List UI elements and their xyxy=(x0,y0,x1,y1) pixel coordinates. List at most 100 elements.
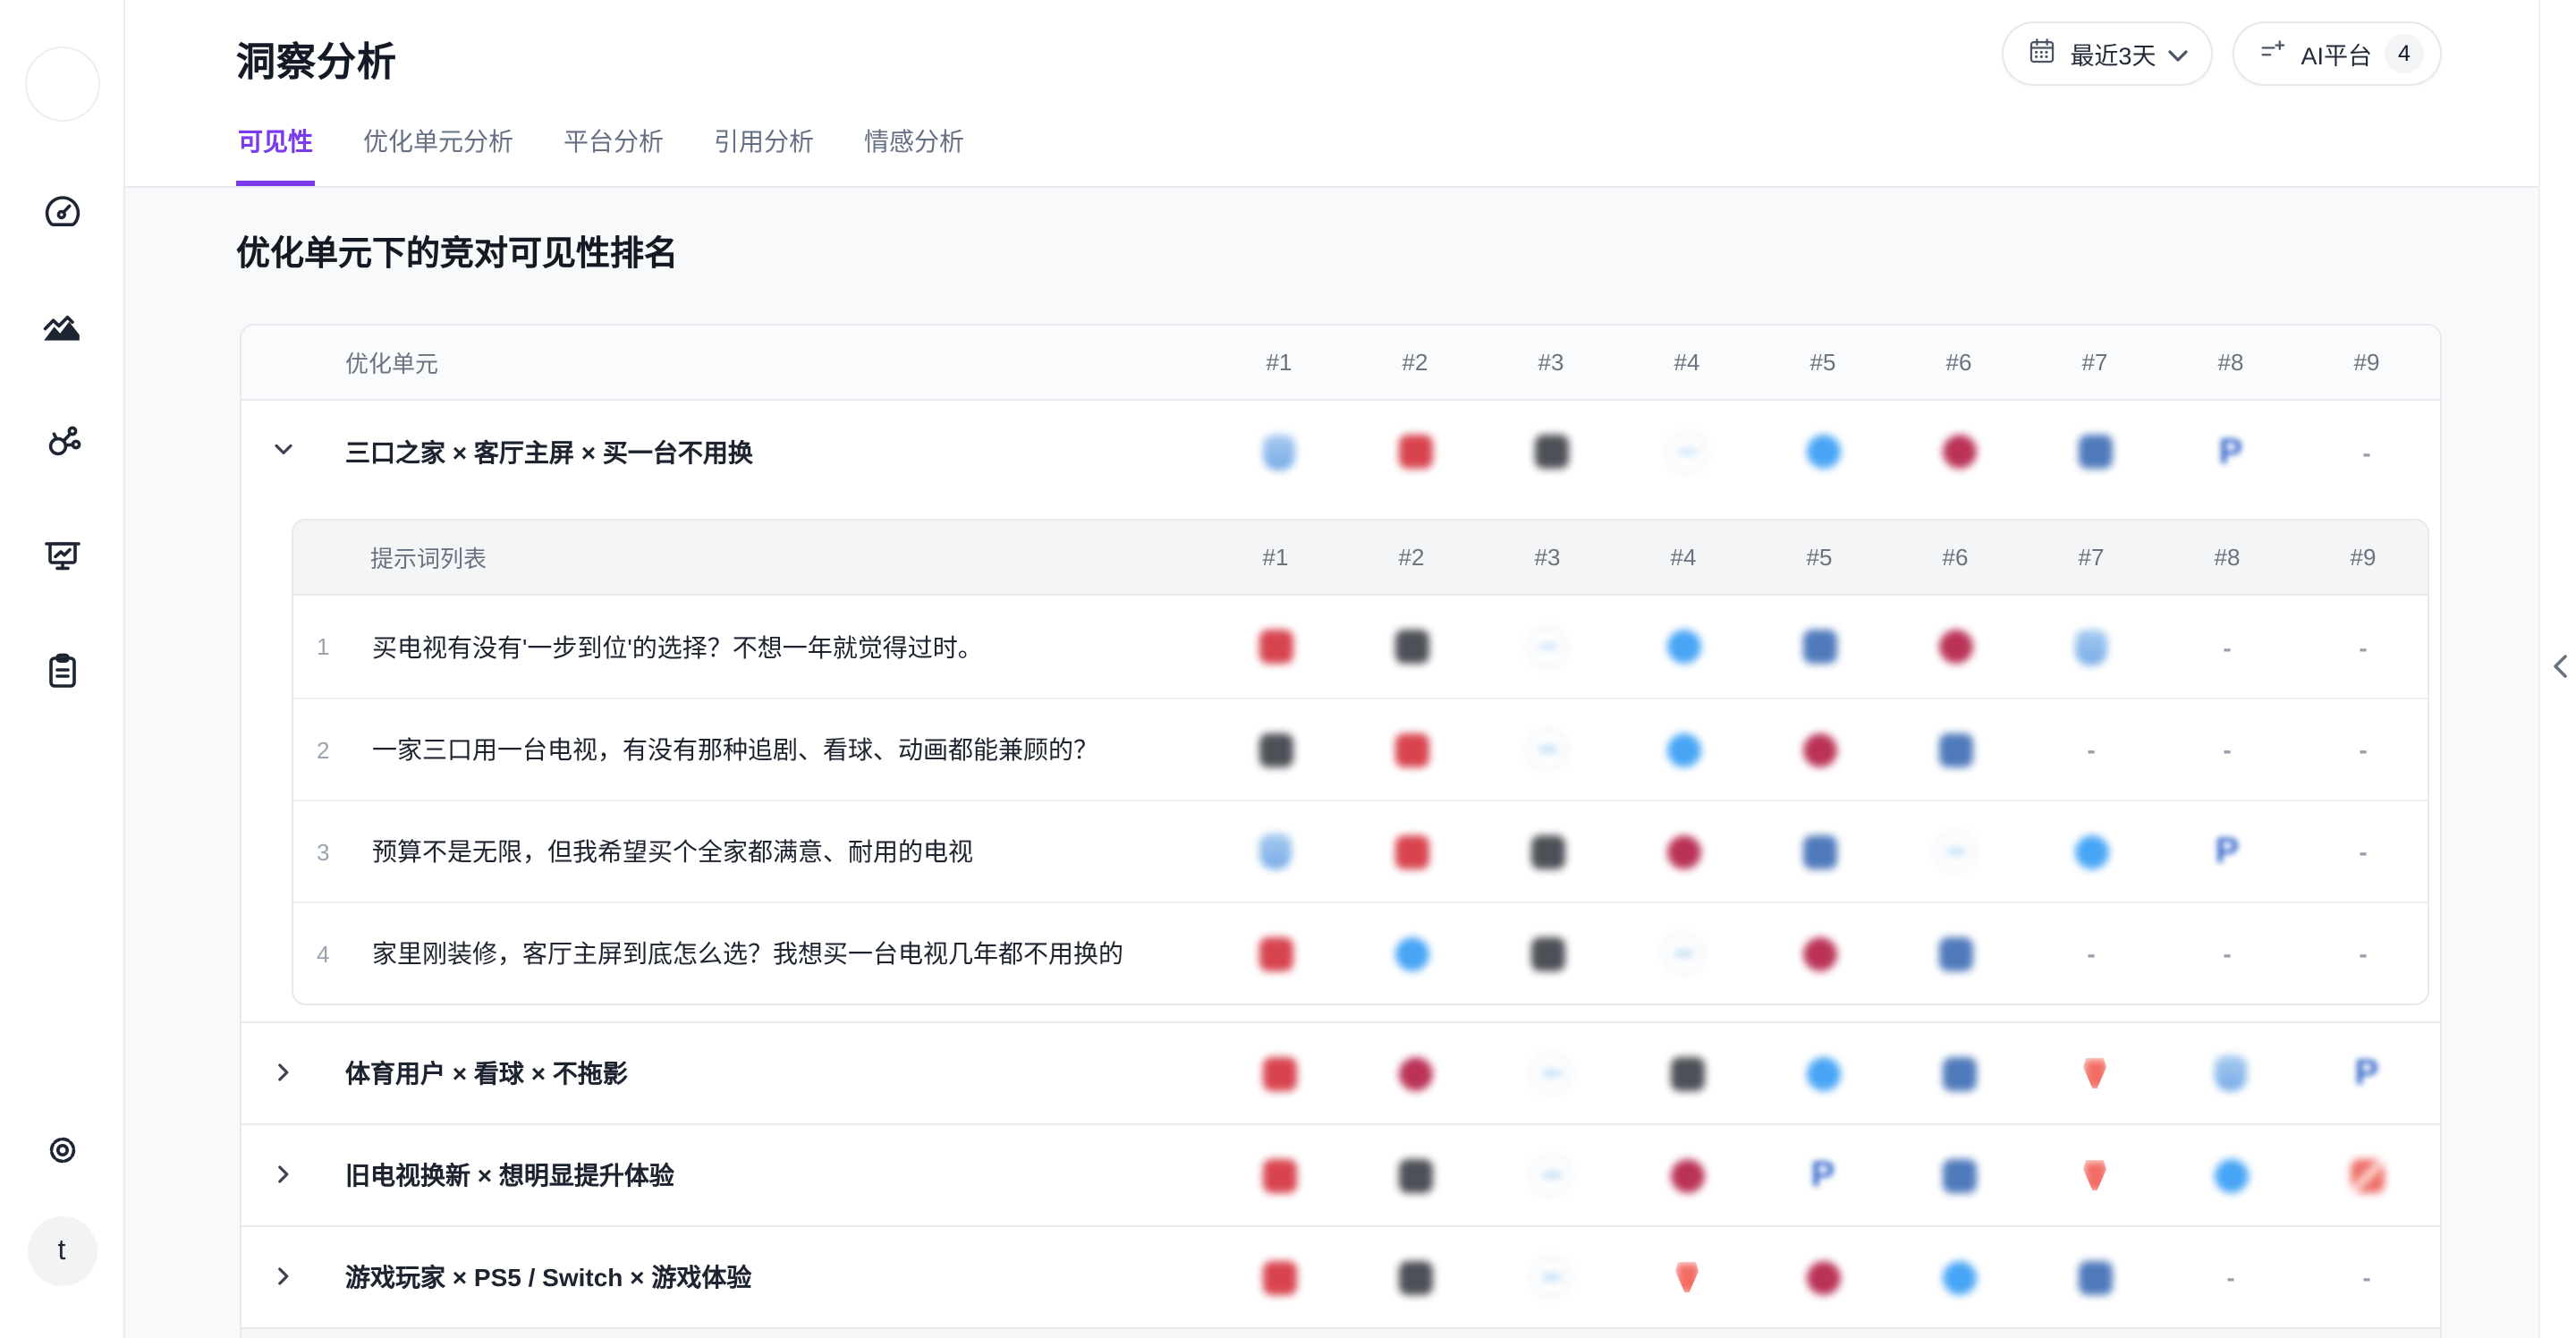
favicon-navy-square xyxy=(1891,1158,2027,1192)
favicon-red-square xyxy=(1208,936,1343,970)
paypal-p-icon: P xyxy=(2216,834,2240,869)
favicon-crimson-circle xyxy=(1347,1056,1483,1090)
dash: - xyxy=(2087,939,2095,968)
rank-header: #3 xyxy=(1483,349,1619,376)
favicon-dark-square xyxy=(1347,1260,1483,1294)
rank-header: #9 xyxy=(2299,349,2435,376)
chevron-right-icon xyxy=(273,1060,292,1087)
collapse-row-button[interactable] xyxy=(267,436,299,468)
sidebar-item-settings[interactable] xyxy=(30,1120,94,1184)
tab-sentiment-analysis[interactable]: 情感分析 xyxy=(862,123,966,186)
prompt-text: 一家三口用一台电视，有没有那种追剧、看球、动画都能兼顾的？ xyxy=(372,732,1098,767)
tab-unit-analysis[interactable]: 优化单元分析 xyxy=(361,123,515,186)
sidebar-item-reports[interactable] xyxy=(30,526,94,590)
dash: - xyxy=(2359,632,2367,661)
blue-shield-icon xyxy=(1263,434,1295,470)
rank-headers: #1#2#3#4#5#6#7#8#9 xyxy=(1211,349,2435,376)
red-square-icon xyxy=(1262,1056,1296,1090)
favicon-crimson-circle xyxy=(1619,1158,1755,1192)
dash: - xyxy=(2359,735,2367,764)
gray-blob-icon xyxy=(1533,1259,1569,1295)
favicon-blue-circle xyxy=(2163,1158,2299,1192)
favicon-gray-blob xyxy=(1479,629,1615,665)
unit-label: 旧电视换新 × 想明显提升体验 xyxy=(345,1157,674,1193)
gear-icon xyxy=(40,1128,83,1176)
favicon-dark-square xyxy=(1479,936,1615,970)
ai-platform-filter-button[interactable]: AI平台 4 xyxy=(2233,21,2442,86)
favicon-gray-blob xyxy=(1887,834,2023,869)
no-rank-dash: - xyxy=(2023,735,2159,764)
rank-header: #8 xyxy=(2159,544,2295,571)
favicon-dark-square xyxy=(1347,1158,1483,1192)
navy-square-icon xyxy=(1802,834,1836,868)
header-controls: 最近3天 AI平台 4 xyxy=(2002,21,2442,86)
tab-platform-analysis[interactable]: 平台分析 xyxy=(562,123,665,186)
favicon-navy-square xyxy=(1751,630,1887,664)
prompt-row: 1买电视有没有'一步到位'的选择？不想一年就觉得过时。-- xyxy=(293,596,2428,698)
favicon-paypal-p: P xyxy=(2299,1055,2435,1091)
dash: - xyxy=(2359,939,2367,968)
favicon-red-square xyxy=(1208,630,1343,664)
expand-panel-button[interactable] xyxy=(2546,655,2574,683)
rank-header: #4 xyxy=(1619,349,1755,376)
no-rank-dash: - xyxy=(2295,735,2429,764)
unit-row[interactable]: 体育用户 × 看球 × 不拖影P xyxy=(242,1021,2440,1123)
sidebar-item-connections[interactable] xyxy=(30,411,94,476)
chevron-down-icon xyxy=(273,438,292,465)
prompt-text: 买电视有没有'一步到位'的选择？不想一年就觉得过时。 xyxy=(372,629,983,665)
table-body: 三口之家 × 客厅主屏 × 买一台不用换P-提示词列表#1#2#3#4#5#6#… xyxy=(242,401,2440,1338)
expand-row-button[interactable] xyxy=(267,1159,299,1191)
crimson-circle-icon xyxy=(1802,936,1836,970)
navy-square-icon xyxy=(1942,1056,1976,1090)
speedometer-icon xyxy=(40,191,83,239)
unit-row[interactable]: 三口之家 × 客厅主屏 × 买一台不用换P- xyxy=(242,401,2440,503)
filter-sliders-icon xyxy=(2258,36,2288,72)
expand-row-button[interactable] xyxy=(267,1261,299,1293)
tab-citation-analysis[interactable]: 引用分析 xyxy=(712,123,816,186)
mountain-chart-icon xyxy=(39,304,84,354)
right-panel-rail xyxy=(2538,0,2576,1338)
tab-visibility[interactable]: 可见性 xyxy=(236,123,315,186)
favicon-red-square xyxy=(1211,1158,1347,1192)
blue-shield-icon xyxy=(2075,629,2107,665)
dash: - xyxy=(2223,735,2231,764)
app-logo[interactable] xyxy=(25,47,100,122)
unit-cell: 游戏玩家 × PS5 / Switch × 游戏体验 xyxy=(242,1259,1211,1295)
sidebar-item-tasks[interactable] xyxy=(30,640,94,705)
favicon-gray-blob xyxy=(1615,936,1751,971)
blue-circle-icon xyxy=(1394,936,1428,970)
expand-row-button[interactable] xyxy=(267,1057,299,1089)
sidebar-item-dashboard[interactable] xyxy=(30,182,94,247)
user-avatar[interactable]: t xyxy=(27,1216,97,1286)
prompt-text: 预算不是无限，但我希望买个全家都满意、耐用的电视 xyxy=(372,834,973,869)
no-rank-dash: - xyxy=(2295,632,2429,661)
blue-circle-icon xyxy=(1666,630,1700,664)
favicon-blue-shield xyxy=(1211,434,1347,470)
date-range-button[interactable]: 最近3天 xyxy=(2002,21,2213,86)
navy-square-icon xyxy=(2078,1260,2112,1294)
red-square-icon xyxy=(1394,834,1428,868)
unit-row[interactable]: 游戏玩家 × PS5 / Switch × 游戏体验 - - xyxy=(242,1225,2440,1327)
navy-square-icon xyxy=(1942,1158,1976,1192)
red-square-icon xyxy=(1398,435,1432,469)
favicon-paypal-p: P xyxy=(1755,1157,1891,1193)
dash: - xyxy=(2362,1263,2370,1291)
rank-header: #7 xyxy=(2023,544,2159,571)
dark-square-icon xyxy=(1394,630,1428,664)
unit-row[interactable]: 旧电视换新 × 想明显提升体验 P xyxy=(242,1123,2440,1225)
prompt-cell: 3预算不是无限，但我希望买个全家都满意、耐用的电视 xyxy=(293,834,1208,869)
no-rank-dash: - xyxy=(2295,837,2429,866)
favicon-dark-square xyxy=(1479,834,1615,868)
sidebar-item-insights[interactable] xyxy=(30,297,94,361)
prompt-index: 2 xyxy=(317,736,352,763)
no-rank-dash: - xyxy=(2163,1263,2299,1291)
rank-header: #2 xyxy=(1347,349,1483,376)
favicon-gray-blob xyxy=(1483,1157,1619,1193)
navy-square-icon xyxy=(1802,630,1836,664)
blue-circle-icon xyxy=(2214,1158,2248,1192)
favicon-crimson-circle xyxy=(1891,435,2027,469)
navy-square-icon xyxy=(1938,936,1972,970)
favicon-dark-square xyxy=(1208,733,1343,766)
prompt-cell: 1买电视有没有'一步到位'的选择？不想一年就觉得过时。 xyxy=(293,629,1208,665)
favicon-crimson-circle xyxy=(1755,1260,1891,1294)
